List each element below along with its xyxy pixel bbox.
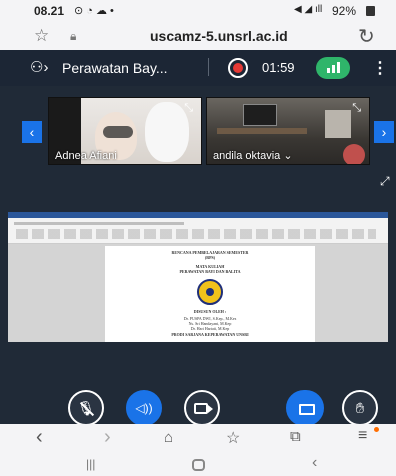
expand-icon[interactable]: ⤡	[184, 102, 193, 115]
participants-icon[interactable]: ⚇›	[30, 58, 48, 76]
camera-toggle-button[interactable]	[184, 390, 220, 426]
back-icon[interactable]: ‹	[36, 426, 43, 449]
browser-url-bar: ☆ 🔒︎ uscamz-5.unsrl.ac.id ↻	[0, 22, 396, 50]
fullscreen-icon[interactable]: ⤢	[380, 174, 390, 189]
notification-dot	[374, 427, 379, 432]
meeting-timer: 01:59	[262, 60, 295, 75]
word-ribbon	[8, 218, 388, 244]
doc-line: PRODI SARJANA KEPERAWATAN UNSRI	[171, 332, 249, 337]
connection-status-icon[interactable]	[316, 57, 350, 79]
star-icon[interactable]: ☆	[34, 26, 49, 46]
raise-hand-button[interactable]: ✋︎	[342, 390, 378, 426]
battery-icon	[366, 6, 375, 16]
tabs-icon[interactable]: ⧉	[290, 428, 301, 445]
more-options-icon[interactable]: ⋮	[372, 58, 388, 78]
bookmarks-icon[interactable]: ☆	[226, 428, 240, 448]
doc-line: DISUSUN OLEH :	[193, 309, 227, 314]
hand-icon: ✋︎	[355, 399, 365, 417]
recent-apps-icon[interactable]: |||	[86, 457, 95, 471]
record-icon[interactable]	[228, 58, 248, 78]
url-text[interactable]: uscamz-5.unsrl.ac.id	[150, 28, 288, 44]
refresh-icon[interactable]: ↻	[358, 24, 375, 49]
header-divider	[208, 58, 209, 76]
system-nav-bar: ||| ‹	[0, 454, 396, 476]
camera-off-icon	[194, 403, 208, 414]
share-screen-button[interactable]	[286, 390, 324, 426]
battery-level: 92%	[332, 4, 357, 18]
forward-icon[interactable]: ›	[104, 426, 111, 449]
participant-name: andila oktavia ⌄	[213, 150, 293, 162]
doc-line: PERAWATAN BAYI DAN BALITA	[179, 269, 241, 274]
status-bar: 08.21 ⊙ ◔ ☁ • ◀ ◢ ıll 92%	[0, 0, 396, 22]
speaker-icon: ◁))	[135, 401, 153, 415]
screen-icon	[299, 404, 315, 415]
meeting-title[interactable]: Perawatan Bay...	[62, 60, 168, 76]
expand-icon[interactable]: ⤡	[352, 102, 361, 115]
lock-icon: 🔒︎	[70, 29, 77, 43]
doc-line: Dr. Hari Hartati, M.Kep	[190, 326, 230, 331]
meeting-header: ⚇› Perawatan Bay... 01:59 ⋮	[0, 50, 396, 86]
mute-mic-button[interactable]: 🎙︎	[68, 390, 104, 426]
screen-share: RENCANA PEMBELAJARAN SEMESTER (RPS) MATA…	[8, 212, 388, 342]
notification-icons: ⊙ ◔ ☁ •	[74, 5, 114, 17]
home-button-icon[interactable]	[192, 459, 205, 471]
next-page-icon[interactable]: ›	[374, 121, 394, 143]
signal-icon: ◀ ◢ ıll	[294, 4, 323, 15]
participant-tile[interactable]: ⤡ andila oktavia ⌄	[206, 97, 370, 165]
document-page: RENCANA PEMBELAJARAN SEMESTER (RPS) MATA…	[105, 246, 315, 342]
clock: 08.21	[34, 4, 65, 18]
prev-page-icon[interactable]: ‹	[22, 121, 42, 143]
browser-nav-bar: ‹ › ⌂ ☆ ⧉ ≡	[0, 424, 396, 454]
university-logo	[197, 279, 223, 305]
participant-tile[interactable]: ⤡ Adnea Afiani	[48, 97, 202, 165]
system-back-icon[interactable]: ‹	[312, 454, 317, 472]
audio-button[interactable]: ◁))	[126, 390, 162, 426]
participant-name: Adnea Afiani	[55, 150, 117, 162]
menu-icon[interactable]: ≡	[358, 427, 367, 445]
meeting-app: ⚇› Perawatan Bay... 01:59 ⋮ ‹ › ⤡ Adnea …	[0, 50, 396, 426]
doc-line: (RPS)	[204, 255, 216, 260]
home-icon[interactable]: ⌂	[164, 429, 173, 446]
